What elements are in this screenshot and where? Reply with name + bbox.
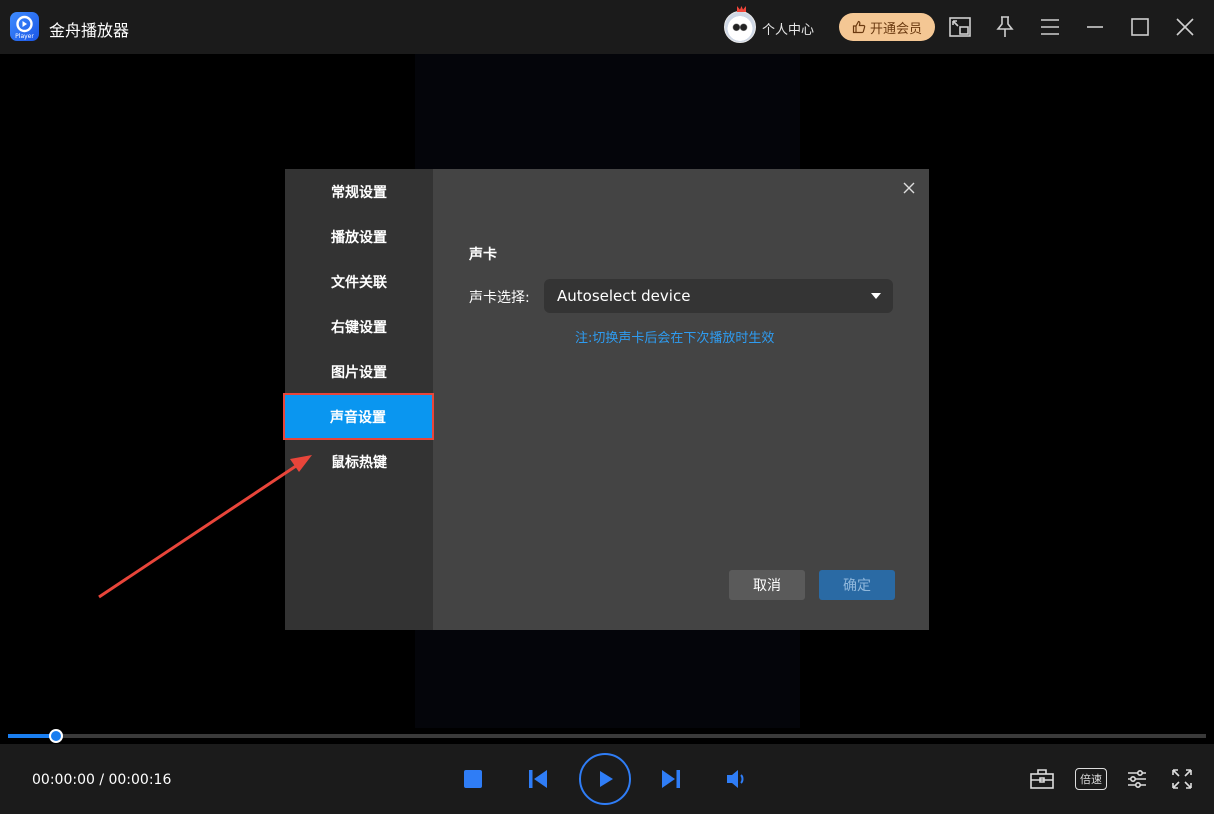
sliders-icon xyxy=(1128,769,1146,789)
adjust-button[interactable] xyxy=(1124,766,1150,792)
section-title: 声卡 xyxy=(469,247,497,263)
stop-button[interactable] xyxy=(461,767,485,791)
chevron-down-icon xyxy=(871,293,881,299)
pin-button[interactable] xyxy=(991,13,1019,41)
menu-button[interactable] xyxy=(1036,13,1064,41)
play-button[interactable] xyxy=(579,753,631,805)
volume-button[interactable] xyxy=(723,766,751,792)
picture-in-picture-icon xyxy=(949,17,971,37)
device-label: 声卡选择: xyxy=(469,290,530,306)
fullscreen-button[interactable] xyxy=(1169,766,1195,792)
sidebar-item-mouse-hotkeys[interactable]: 鼠标热键 xyxy=(285,439,433,484)
sound-device-select[interactable]: Autoselect device xyxy=(544,279,893,313)
title-bar: Player 金舟播放器 个人中心 开通会员 xyxy=(0,0,1214,54)
device-note: 注:切换声卡后会在下次播放时生效 xyxy=(575,331,775,346)
volume-icon xyxy=(727,770,744,788)
thumb-up-icon xyxy=(852,20,866,34)
progress-bar[interactable] xyxy=(8,729,1206,743)
time-display: 00:00:00 / 00:00:16 xyxy=(32,772,172,788)
dialog-close-button[interactable] xyxy=(901,180,917,196)
pin-icon xyxy=(996,16,1014,37)
vip-button[interactable]: 开通会员 xyxy=(839,13,935,41)
close-icon xyxy=(1176,18,1194,36)
app-logo-icon: Player xyxy=(10,12,39,41)
skip-next-icon xyxy=(662,770,680,788)
user-center-link[interactable]: 个人中心 xyxy=(762,19,814,38)
sidebar-item-sound[interactable]: 声音设置 xyxy=(283,393,434,440)
play-icon xyxy=(600,771,613,787)
toolbox-icon xyxy=(1030,769,1054,789)
sidebar-item-playback[interactable]: 播放设置 xyxy=(285,214,433,259)
speed-button[interactable]: 倍速 xyxy=(1075,768,1107,790)
close-window-button[interactable] xyxy=(1171,13,1199,41)
sidebar-item-right-click[interactable]: 右键设置 xyxy=(285,304,433,349)
control-bar: 00:00:00 / 00:00:16 倍速 xyxy=(0,744,1214,814)
mini-mode-button[interactable] xyxy=(946,13,974,41)
next-button[interactable] xyxy=(658,766,684,792)
vip-label: 开通会员 xyxy=(869,21,922,37)
close-icon xyxy=(903,182,915,194)
sidebar-item-image[interactable]: 图片设置 xyxy=(285,349,433,394)
minimize-icon xyxy=(1087,26,1103,28)
speed-label: 倍速 xyxy=(1080,773,1102,786)
settings-dialog: 常规设置 播放设置 文件关联 右键设置 图片设置 声音设置 鼠标热键 声卡 声卡… xyxy=(283,169,929,630)
crown-icon xyxy=(737,6,746,12)
sound-device-value: Autoselect device xyxy=(557,287,691,305)
cancel-button[interactable]: 取消 xyxy=(729,570,805,600)
toolbox-button[interactable] xyxy=(1028,766,1056,792)
app-logo-text: Player xyxy=(15,33,34,40)
skip-previous-icon xyxy=(529,770,547,788)
ok-button[interactable]: 确定 xyxy=(819,570,895,600)
minimize-button[interactable] xyxy=(1081,13,1109,41)
settings-sidebar: 常规设置 播放设置 文件关联 右键设置 图片设置 声音设置 鼠标热键 xyxy=(283,169,434,630)
previous-button[interactable] xyxy=(525,766,551,792)
sidebar-item-file-association[interactable]: 文件关联 xyxy=(285,259,433,304)
maximize-button[interactable] xyxy=(1126,13,1154,41)
progress-handle[interactable] xyxy=(49,729,63,743)
app-title: 金舟播放器 xyxy=(49,21,130,40)
sidebar-item-general[interactable]: 常规设置 xyxy=(285,169,433,214)
hamburger-icon xyxy=(1041,19,1059,35)
stop-icon xyxy=(464,770,482,788)
user-avatar[interactable] xyxy=(724,11,756,43)
fullscreen-icon xyxy=(1172,769,1192,789)
maximize-icon xyxy=(1131,18,1149,36)
